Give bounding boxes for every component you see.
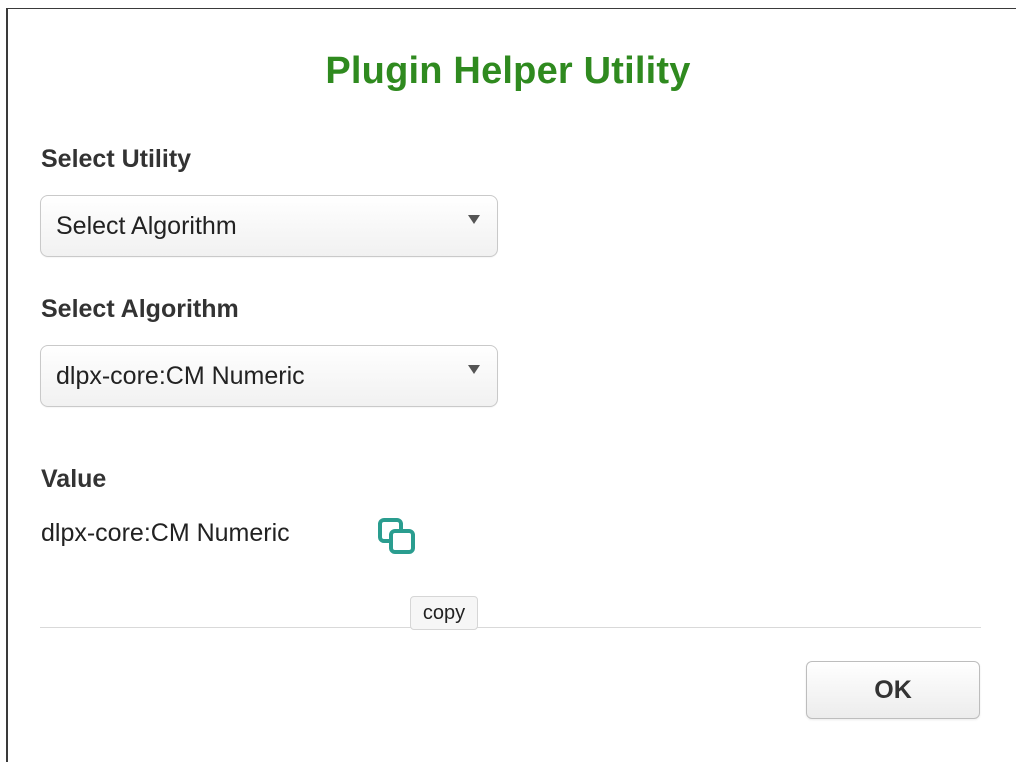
copy-tooltip: copy (410, 596, 478, 630)
algorithm-select-value: dlpx-core:CM Numeric (56, 362, 305, 390)
copy-icon[interactable] (378, 517, 420, 557)
value-label: Value (41, 465, 107, 493)
value-text: dlpx-core:CM Numeric (41, 519, 290, 547)
footer-divider (40, 627, 981, 628)
algorithm-select[interactable]: dlpx-core:CM Numeric (40, 345, 498, 407)
utility-select-value: Select Algorithm (56, 212, 237, 240)
select-utility-label: Select Utility (41, 145, 192, 173)
plugin-helper-dialog: Plugin Helper Utility Select Utility Sel… (0, 0, 1016, 762)
window-left-edge (6, 8, 8, 762)
dialog-title: Plugin Helper Utility (325, 50, 691, 92)
ok-button[interactable]: OK (806, 661, 980, 719)
chevron-down-icon (468, 365, 480, 374)
utility-select[interactable]: Select Algorithm (40, 195, 498, 257)
window-top-edge (6, 8, 1016, 9)
chevron-down-icon (468, 215, 480, 224)
select-algorithm-label: Select Algorithm (41, 295, 239, 323)
